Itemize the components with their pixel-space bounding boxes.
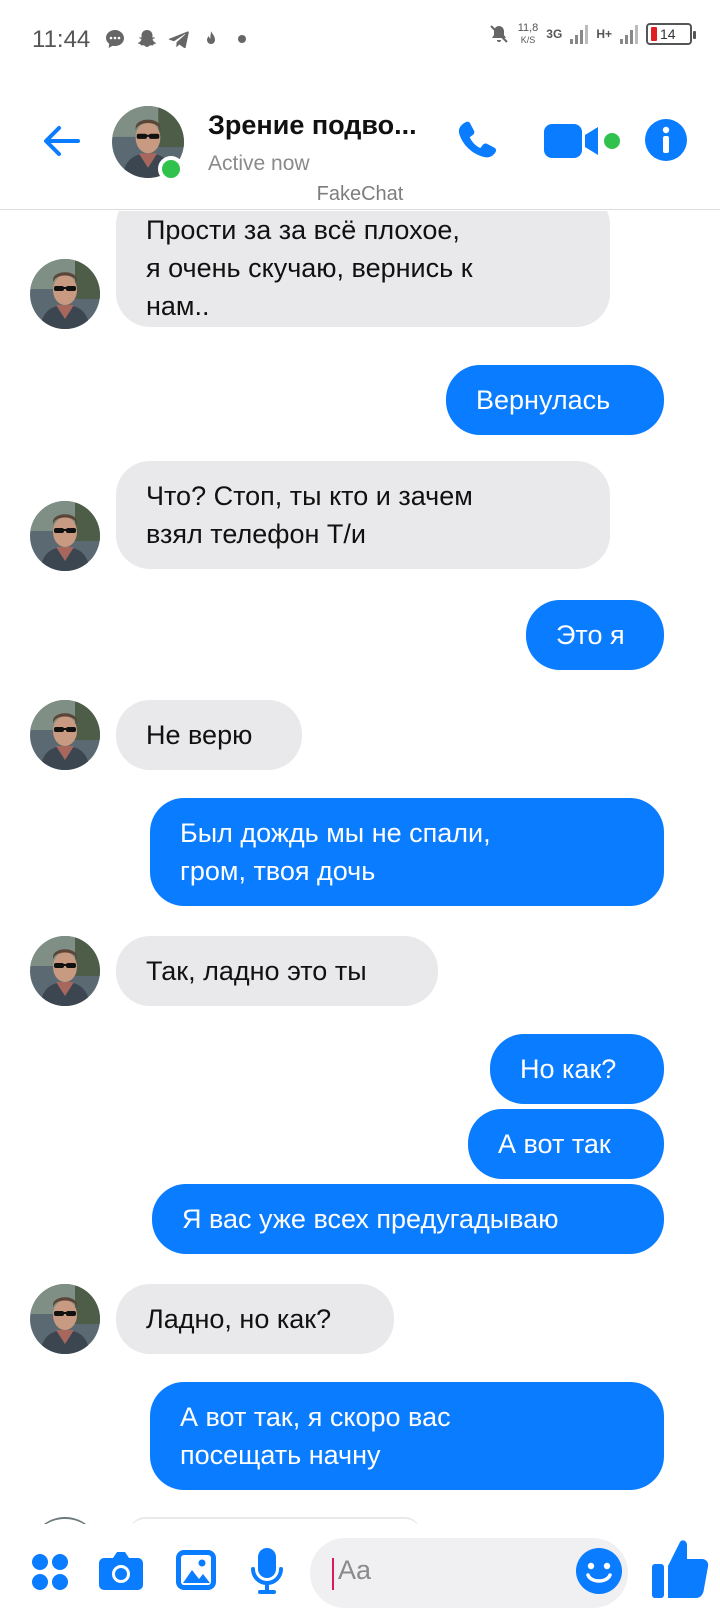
- message-incoming[interactable]: Что? Стоп, ты кто и зачем взял телефон Т…: [116, 461, 610, 569]
- chat-notification-icon: [106, 30, 124, 48]
- message-incoming[interactable]: Не верю: [116, 700, 302, 770]
- sender-avatar[interactable]: [30, 259, 100, 329]
- video-active-dot: [604, 133, 620, 149]
- next-avatar-edge: [30, 1517, 100, 1524]
- battery-icon: 14: [646, 23, 696, 45]
- phone-icon[interactable]: [452, 116, 502, 166]
- chat-screen: 11:44 11,8 K/S 3G H+ 14 Зрение подво... …: [0, 0, 720, 1612]
- next-message-edge: [130, 1517, 420, 1524]
- message-outgoing[interactable]: Вернулась: [446, 365, 664, 435]
- emoji-icon[interactable]: [574, 1546, 624, 1596]
- video-camera-icon[interactable]: [544, 122, 600, 160]
- online-status-dot: [158, 156, 184, 182]
- battery-level: 14: [660, 26, 676, 42]
- sender-avatar[interactable]: [30, 1284, 100, 1354]
- gallery-icon[interactable]: [174, 1548, 218, 1592]
- apps-icon[interactable]: [30, 1552, 70, 1592]
- message-outgoing[interactable]: А вот так: [468, 1109, 664, 1179]
- message-outgoing[interactable]: Я вас уже всех предугадываю: [152, 1184, 664, 1254]
- contact-status: Active now: [208, 152, 310, 175]
- watermark: FakeChat: [316, 183, 404, 205]
- network-speed-value: 11,8: [517, 22, 539, 34]
- sender-avatar[interactable]: [30, 936, 100, 1006]
- sender-avatar[interactable]: [30, 700, 100, 770]
- status-time: 11:44: [32, 26, 91, 53]
- battery-level-fill: [651, 27, 657, 41]
- system-indicators: 11,8 K/S 3G H+ 14: [488, 22, 696, 46]
- camera-icon[interactable]: [98, 1550, 144, 1592]
- message-input-placeholder: Aa: [338, 1555, 372, 1585]
- microphone-icon[interactable]: [250, 1546, 284, 1596]
- message-incoming[interactable]: Ладно, но как?: [116, 1284, 394, 1354]
- message-outgoing[interactable]: Это я: [526, 600, 664, 670]
- message-composer: Aa: [0, 1524, 720, 1612]
- signal-bars-2-icon: [620, 24, 638, 44]
- text-caret: [332, 1558, 334, 1590]
- thumbs-up-icon[interactable]: [650, 1536, 710, 1602]
- message-outgoing[interactable]: А вот так, я скоро вас посещать начну: [150, 1382, 664, 1490]
- message-incoming[interactable]: Прости за за всё плохое, я очень скучаю,…: [116, 211, 610, 327]
- back-arrow-icon[interactable]: [38, 118, 84, 164]
- network-3g-label: 3G: [546, 27, 563, 41]
- network-h-label: H+: [596, 27, 612, 41]
- flame-icon: [207, 31, 215, 44]
- message-incoming[interactable]: Так, ладно это ты: [116, 936, 438, 1006]
- notification-icons: [104, 28, 246, 50]
- telegram-icon: [168, 31, 189, 49]
- signal-bars-icon: [570, 24, 589, 44]
- status-bar: 11:44 11,8 K/S 3G H+ 14: [0, 0, 720, 80]
- info-icon[interactable]: [644, 118, 688, 162]
- network-speed: 11,8 K/S: [518, 22, 539, 46]
- contact-name[interactable]: Зрение подво...: [208, 110, 417, 141]
- network-speed-unit: K/S: [520, 35, 536, 45]
- message-outgoing[interactable]: Был дождь мы не спали, гром, твоя дочь: [150, 798, 664, 906]
- message-thread[interactable]: Прости за за всё плохое, я очень скучаю,…: [0, 211, 720, 1524]
- bell-muted-icon: [489, 25, 508, 43]
- message-outgoing[interactable]: Но как?: [490, 1034, 664, 1104]
- sender-avatar[interactable]: [30, 501, 100, 571]
- more-notifications-dot: [238, 35, 246, 43]
- snapchat-icon: [137, 30, 157, 47]
